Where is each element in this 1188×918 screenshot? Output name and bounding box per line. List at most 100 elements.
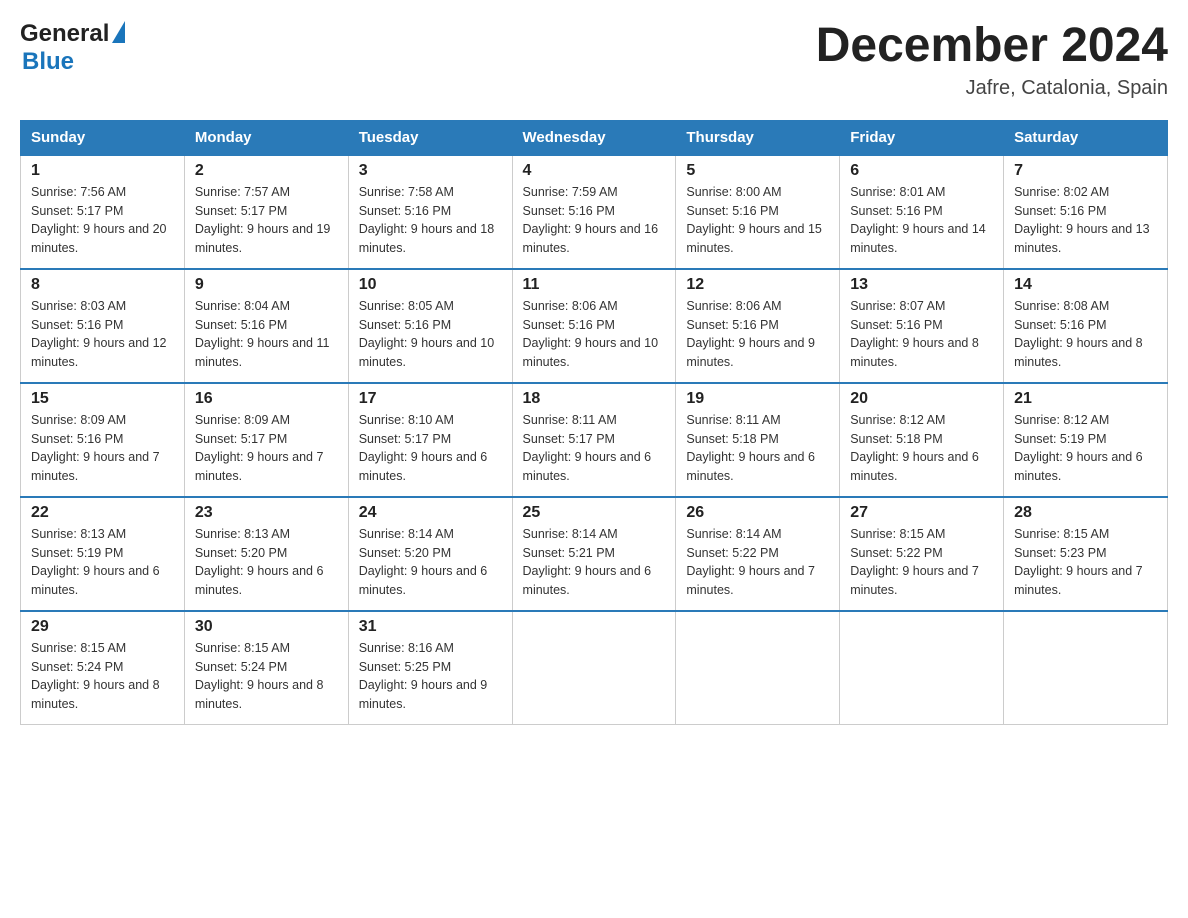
day-number: 8 (31, 276, 174, 294)
day-header-tuesday: Tuesday (348, 120, 512, 155)
calendar-cell: 25 Sunrise: 8:14 AMSunset: 5:21 PMDaylig… (512, 497, 676, 611)
calendar-body: 1 Sunrise: 7:56 AMSunset: 5:17 PMDayligh… (21, 155, 1168, 725)
day-number: 9 (195, 276, 338, 294)
page-header: General Blue December 2024 Jafre, Catalo… (20, 20, 1168, 100)
day-number: 12 (686, 276, 829, 294)
calendar-cell: 9 Sunrise: 8:04 AMSunset: 5:16 PMDayligh… (184, 269, 348, 383)
day-info: Sunrise: 7:56 AMSunset: 5:17 PMDaylight:… (31, 185, 167, 255)
calendar-cell: 22 Sunrise: 8:13 AMSunset: 5:19 PMDaylig… (21, 497, 185, 611)
calendar-cell (676, 611, 840, 725)
day-info: Sunrise: 7:58 AMSunset: 5:16 PMDaylight:… (359, 185, 495, 255)
calendar-week-row: 22 Sunrise: 8:13 AMSunset: 5:19 PMDaylig… (21, 497, 1168, 611)
day-info: Sunrise: 8:06 AMSunset: 5:16 PMDaylight:… (686, 299, 815, 369)
day-number: 23 (195, 504, 338, 522)
calendar-cell: 17 Sunrise: 8:10 AMSunset: 5:17 PMDaylig… (348, 383, 512, 497)
day-info: Sunrise: 8:16 AMSunset: 5:25 PMDaylight:… (359, 641, 488, 711)
day-number: 3 (359, 162, 502, 180)
calendar-cell: 20 Sunrise: 8:12 AMSunset: 5:18 PMDaylig… (840, 383, 1004, 497)
day-header-thursday: Thursday (676, 120, 840, 155)
day-info: Sunrise: 8:14 AMSunset: 5:22 PMDaylight:… (686, 527, 815, 597)
calendar-cell: 18 Sunrise: 8:11 AMSunset: 5:17 PMDaylig… (512, 383, 676, 497)
calendar-cell (1004, 611, 1168, 725)
calendar-cell (840, 611, 1004, 725)
day-info: Sunrise: 8:06 AMSunset: 5:16 PMDaylight:… (523, 299, 659, 369)
calendar-cell: 12 Sunrise: 8:06 AMSunset: 5:16 PMDaylig… (676, 269, 840, 383)
day-number: 26 (686, 504, 829, 522)
calendar-week-row: 15 Sunrise: 8:09 AMSunset: 5:16 PMDaylig… (21, 383, 1168, 497)
day-number: 14 (1014, 276, 1157, 294)
calendar-cell: 1 Sunrise: 7:56 AMSunset: 5:17 PMDayligh… (21, 155, 185, 269)
calendar-table: SundayMondayTuesdayWednesdayThursdayFrid… (20, 120, 1168, 725)
day-number: 15 (31, 390, 174, 408)
day-number: 16 (195, 390, 338, 408)
calendar-cell: 29 Sunrise: 8:15 AMSunset: 5:24 PMDaylig… (21, 611, 185, 725)
calendar-cell: 16 Sunrise: 8:09 AMSunset: 5:17 PMDaylig… (184, 383, 348, 497)
month-title: December 2024 (816, 20, 1168, 73)
day-header-sunday: Sunday (21, 120, 185, 155)
location-title: Jafre, Catalonia, Spain (816, 77, 1168, 100)
logo-blue-text: Blue (20, 48, 74, 75)
calendar-cell: 4 Sunrise: 7:59 AMSunset: 5:16 PMDayligh… (512, 155, 676, 269)
calendar-cell: 15 Sunrise: 8:09 AMSunset: 5:16 PMDaylig… (21, 383, 185, 497)
calendar-cell: 24 Sunrise: 8:14 AMSunset: 5:20 PMDaylig… (348, 497, 512, 611)
day-info: Sunrise: 8:13 AMSunset: 5:19 PMDaylight:… (31, 527, 160, 597)
day-number: 18 (523, 390, 666, 408)
calendar-week-row: 1 Sunrise: 7:56 AMSunset: 5:17 PMDayligh… (21, 155, 1168, 269)
day-info: Sunrise: 8:01 AMSunset: 5:16 PMDaylight:… (850, 185, 986, 255)
day-number: 17 (359, 390, 502, 408)
calendar-cell (512, 611, 676, 725)
calendar-cell: 8 Sunrise: 8:03 AMSunset: 5:16 PMDayligh… (21, 269, 185, 383)
calendar-cell: 21 Sunrise: 8:12 AMSunset: 5:19 PMDaylig… (1004, 383, 1168, 497)
day-info: Sunrise: 8:05 AMSunset: 5:16 PMDaylight:… (359, 299, 495, 369)
calendar-cell: 11 Sunrise: 8:06 AMSunset: 5:16 PMDaylig… (512, 269, 676, 383)
day-info: Sunrise: 8:10 AMSunset: 5:17 PMDaylight:… (359, 413, 488, 483)
calendar-cell: 19 Sunrise: 8:11 AMSunset: 5:18 PMDaylig… (676, 383, 840, 497)
calendar-cell: 7 Sunrise: 8:02 AMSunset: 5:16 PMDayligh… (1004, 155, 1168, 269)
day-number: 22 (31, 504, 174, 522)
day-number: 11 (523, 276, 666, 294)
calendar-week-row: 8 Sunrise: 8:03 AMSunset: 5:16 PMDayligh… (21, 269, 1168, 383)
day-header-monday: Monday (184, 120, 348, 155)
calendar-header-row: SundayMondayTuesdayWednesdayThursdayFrid… (21, 120, 1168, 155)
logo-general-text: General (20, 20, 109, 48)
day-info: Sunrise: 8:15 AMSunset: 5:24 PMDaylight:… (195, 641, 324, 711)
calendar-week-row: 29 Sunrise: 8:15 AMSunset: 5:24 PMDaylig… (21, 611, 1168, 725)
day-info: Sunrise: 8:08 AMSunset: 5:16 PMDaylight:… (1014, 299, 1143, 369)
day-info: Sunrise: 8:04 AMSunset: 5:16 PMDaylight:… (195, 299, 330, 369)
day-info: Sunrise: 8:14 AMSunset: 5:21 PMDaylight:… (523, 527, 652, 597)
day-info: Sunrise: 8:14 AMSunset: 5:20 PMDaylight:… (359, 527, 488, 597)
day-number: 2 (195, 162, 338, 180)
day-number: 20 (850, 390, 993, 408)
day-number: 28 (1014, 504, 1157, 522)
day-header-wednesday: Wednesday (512, 120, 676, 155)
day-info: Sunrise: 7:59 AMSunset: 5:16 PMDaylight:… (523, 185, 659, 255)
day-number: 25 (523, 504, 666, 522)
day-number: 1 (31, 162, 174, 180)
day-info: Sunrise: 8:11 AMSunset: 5:18 PMDaylight:… (686, 413, 815, 483)
day-info: Sunrise: 8:00 AMSunset: 5:16 PMDaylight:… (686, 185, 822, 255)
day-info: Sunrise: 8:15 AMSunset: 5:24 PMDaylight:… (31, 641, 160, 711)
day-info: Sunrise: 8:15 AMSunset: 5:22 PMDaylight:… (850, 527, 979, 597)
calendar-cell: 3 Sunrise: 7:58 AMSunset: 5:16 PMDayligh… (348, 155, 512, 269)
calendar-cell: 6 Sunrise: 8:01 AMSunset: 5:16 PMDayligh… (840, 155, 1004, 269)
day-number: 31 (359, 618, 502, 636)
day-info: Sunrise: 8:12 AMSunset: 5:18 PMDaylight:… (850, 413, 979, 483)
day-info: Sunrise: 8:03 AMSunset: 5:16 PMDaylight:… (31, 299, 167, 369)
day-number: 27 (850, 504, 993, 522)
day-number: 19 (686, 390, 829, 408)
day-number: 7 (1014, 162, 1157, 180)
calendar-cell: 30 Sunrise: 8:15 AMSunset: 5:24 PMDaylig… (184, 611, 348, 725)
day-info: Sunrise: 8:15 AMSunset: 5:23 PMDaylight:… (1014, 527, 1143, 597)
calendar-cell: 13 Sunrise: 8:07 AMSunset: 5:16 PMDaylig… (840, 269, 1004, 383)
day-info: Sunrise: 8:02 AMSunset: 5:16 PMDaylight:… (1014, 185, 1150, 255)
day-info: Sunrise: 8:12 AMSunset: 5:19 PMDaylight:… (1014, 413, 1143, 483)
logo-triangle-icon (112, 21, 125, 43)
day-number: 10 (359, 276, 502, 294)
day-number: 5 (686, 162, 829, 180)
calendar-cell: 26 Sunrise: 8:14 AMSunset: 5:22 PMDaylig… (676, 497, 840, 611)
day-number: 6 (850, 162, 993, 180)
calendar-cell: 5 Sunrise: 8:00 AMSunset: 5:16 PMDayligh… (676, 155, 840, 269)
day-number: 29 (31, 618, 174, 636)
day-info: Sunrise: 8:11 AMSunset: 5:17 PMDaylight:… (523, 413, 652, 483)
day-number: 24 (359, 504, 502, 522)
